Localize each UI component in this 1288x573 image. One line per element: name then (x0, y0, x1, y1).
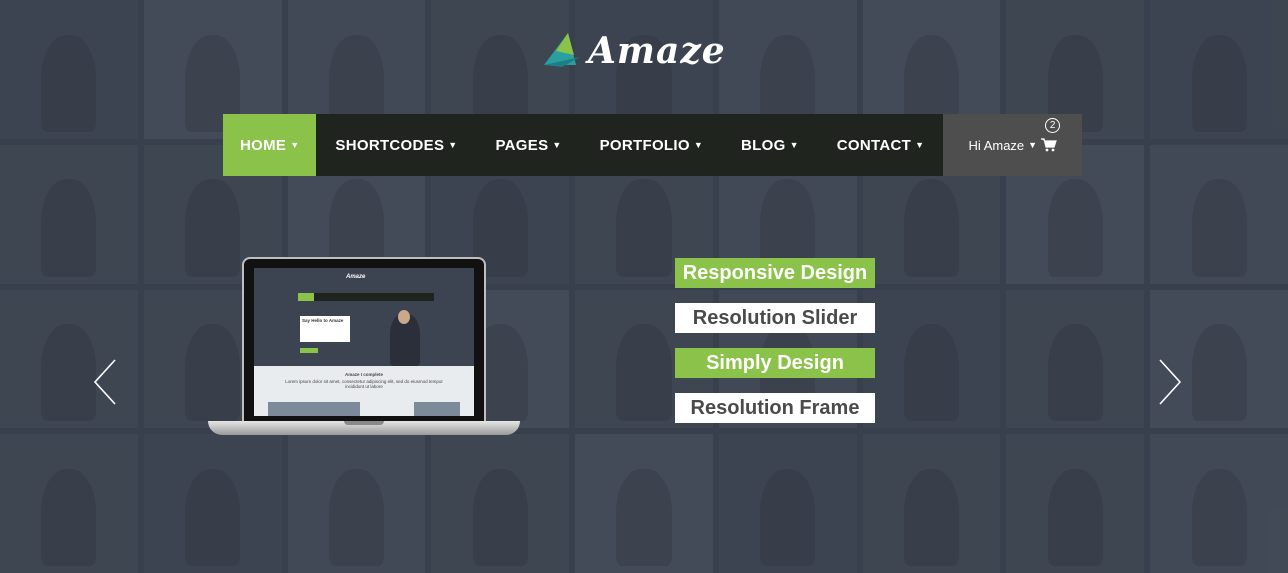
nav-item-pages[interactable]: PAGES ▼ (476, 114, 580, 176)
feature-tag: Resolution Frame (675, 393, 875, 423)
nav-item-label: BLOG (741, 136, 786, 154)
nav-item-contact[interactable]: CONTACT ▼ (818, 114, 944, 176)
nav-item-label: PAGES (495, 136, 549, 154)
nav-item-label: PORTFOLIO (599, 136, 690, 154)
cart-button[interactable]: 2 (1041, 118, 1061, 152)
caret-down-icon: ▼ (448, 140, 458, 150)
background-overlay (0, 0, 1288, 573)
mockup-logo: Amaze (346, 274, 366, 280)
logo-mark-icon (542, 31, 582, 72)
caret-down-icon: ▼ (693, 140, 704, 150)
nav-item-blog[interactable]: BLOG ▼ (722, 114, 818, 176)
chevron-right-icon (1159, 359, 1182, 405)
chevron-left-icon (93, 359, 116, 405)
nav-item-label: SHORTCODES (335, 136, 445, 154)
main-nav: HOME ▼ SHORTCODES ▼ PAGES ▼ PORTFOLIO ▼ BLOG… (223, 114, 1083, 176)
feature-tag: Resolution Slider (675, 303, 875, 333)
nav-item-home[interactable]: HOME ▼ (223, 114, 317, 176)
caret-down-icon: ▼ (552, 140, 562, 150)
user-greeting: Hi Amaze (968, 137, 1025, 153)
caret-down-icon: ▼ (915, 140, 925, 150)
caret-down-icon: ▼ (789, 140, 799, 150)
caret-down-icon: ▼ (1028, 140, 1038, 150)
laptop-mockup-image: Amaze Say Hello to Amaze Amaze I complet… (208, 257, 520, 439)
nav-item-shortcodes[interactable]: SHORTCODES ▼ (316, 114, 476, 176)
feature-tag: Simply Design (675, 348, 875, 378)
site-logo[interactable]: Amaze (542, 30, 726, 72)
nav-item-label: HOME (240, 136, 287, 154)
cart-count-badge: 2 (1045, 118, 1061, 133)
mockup-body-text: Lorem ipsum dolor sit amet, consectetur … (285, 379, 443, 389)
caret-down-icon: ▼ (290, 140, 300, 150)
slider-prev-button[interactable] (92, 358, 118, 411)
cart-icon (1041, 138, 1057, 152)
logo-text: Amaze (588, 30, 726, 72)
slider-next-button[interactable] (1157, 358, 1183, 411)
nav-item-portfolio[interactable]: PORTFOLIO ▼ (581, 114, 722, 176)
mockup-section-title: Amaze I complete (344, 372, 383, 377)
user-menu[interactable]: Hi Amaze ▼ 2 (943, 114, 1083, 176)
mockup-hero-text: Say Hello to Amaze (302, 318, 344, 323)
nav-item-label: CONTACT (836, 136, 912, 154)
feature-tag: Responsive Design (675, 258, 875, 288)
